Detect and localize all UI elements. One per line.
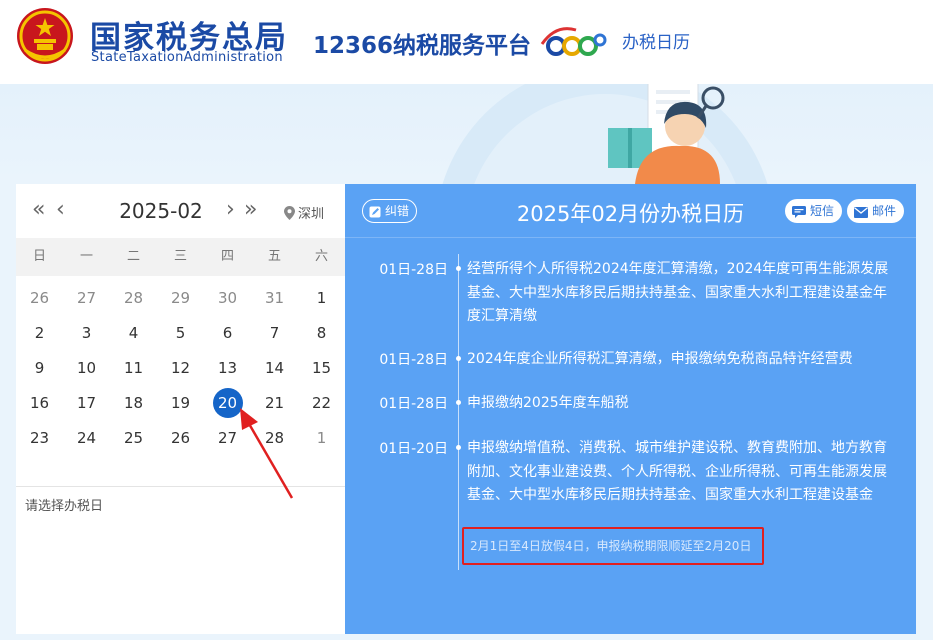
prev-year-button[interactable]: « (32, 198, 45, 222)
entry-dot (456, 356, 461, 361)
email-button[interactable]: 邮件 (847, 199, 905, 223)
city-name: 深圳 (298, 207, 325, 222)
entry-text: 申报缴纳增值税、消费税、城市维护建设税、教育费附加、地方教育附加、文化事业建设费… (467, 440, 887, 503)
calendar-day[interactable]: 12 (157, 351, 204, 386)
entry-text: 2024年度企业所得税汇算清缴，申报缴纳免税商品特许经营费 (467, 351, 853, 367)
calendar-day[interactable]: 5 (157, 316, 204, 351)
calendar-week: 2 3 4 5 6 7 8 (16, 316, 345, 351)
calendar-day[interactable]: 23 (16, 421, 63, 456)
tax-calendar-panel: 纠错 2025年02月份办税日历 短信 邮件 01日-28日 经营所得个人所得税… (345, 184, 916, 634)
calendar-week: 23 24 25 26 27 28 1 (16, 421, 345, 456)
calendar-day[interactable]: 17 (63, 386, 110, 421)
weekday-label: 一 (79, 249, 93, 264)
calendar-header: « ‹ 2025-02 › » 深圳 (16, 184, 345, 238)
calendar-day[interactable]: 2 (16, 316, 63, 351)
calendar-divider (16, 486, 345, 487)
entry-dot (456, 400, 461, 405)
banner (0, 84, 933, 184)
city-selector[interactable]: 深圳 (284, 203, 324, 222)
weekday-label: 四 (220, 249, 234, 264)
calendar-month: 2025-02 (119, 199, 203, 223)
calendar-day[interactable]: 28 (251, 421, 298, 456)
nav-tax-calendar-link[interactable]: 办税日历 (622, 28, 690, 53)
calendar-day[interactable]: 21 (251, 386, 298, 421)
calendar-day[interactable]: 30 (204, 281, 251, 316)
calendar-week: 9 10 11 12 13 14 15 (16, 351, 345, 386)
location-pin-icon (284, 206, 295, 220)
calendar-day[interactable]: 25 (110, 421, 157, 456)
calendar-day[interactable]: 29 (157, 281, 204, 316)
calendar-day[interactable]: 8 (298, 316, 345, 351)
calendar-day[interactable]: 15 (298, 351, 345, 386)
weekday-label: 三 (173, 249, 187, 264)
entry-text: 经营所得个人所得税2024年度汇算清缴，2024年度可再生能源发展基金、大中型水… (467, 261, 889, 324)
calendar-day[interactable]: 18 (110, 386, 157, 421)
calendar-day[interactable]: 10 (63, 351, 110, 386)
calendar-day[interactable]: 22 (298, 386, 345, 421)
entry-date: 01日-20日 (379, 441, 448, 457)
calendar-day[interactable]: 24 (63, 421, 110, 456)
entry-dot (456, 266, 461, 271)
calendar-day[interactable]: 31 (251, 281, 298, 316)
national-emblem-icon (17, 8, 73, 64)
sms-icon (792, 206, 806, 218)
calendar-day[interactable]: 19 (157, 386, 204, 421)
weekday-label: 日 (32, 249, 46, 264)
calendar-day[interactable]: 3 (63, 316, 110, 351)
calendar-day[interactable]: 16 (16, 386, 63, 421)
weekday-label: 五 (267, 249, 281, 264)
entry-date: 01日-28日 (379, 396, 448, 412)
org-name-en: StateTaxationAdministration (91, 50, 283, 65)
entry-date: 01日-28日 (379, 352, 448, 368)
timeline-line (458, 254, 459, 570)
calendar-day[interactable]: 1 (298, 281, 345, 316)
weekday-label: 二 (126, 249, 140, 264)
calendar-day[interactable]: 4 (110, 316, 157, 351)
entry-text: 申报缴纳2025年度车船税 (467, 395, 629, 411)
extension-note: 2月1日至4日放假4日，申报纳税期限顺延至2月20日 (470, 539, 752, 553)
calendar-day[interactable]: 26 (16, 281, 63, 316)
calendar-days: 26 27 28 29 30 31 1 2 3 4 5 6 7 8 9 10 1… (16, 281, 345, 456)
calendar-panel: « ‹ 2025-02 › » 深圳 日 一 二 三 四 五 六 26 27 2… (16, 184, 345, 634)
platform-title: 12366纳税服务平台 (313, 33, 532, 59)
calendar-week: 16 17 18 19 20 21 22 (16, 386, 345, 421)
calendar-day[interactable]: 6 (204, 316, 251, 351)
calendar-day[interactable]: 7 (251, 316, 298, 351)
entry-dot (456, 445, 461, 450)
calendar-day[interactable]: 26 (157, 421, 204, 456)
sms-label: 短信 (810, 204, 835, 218)
platform-logo-icon (540, 27, 607, 56)
next-year-button[interactable]: » (244, 198, 257, 222)
extension-note-highlight: 2月1日至4日放假4日，申报纳税期限顺延至2月20日 (462, 527, 764, 565)
sms-button[interactable]: 短信 (785, 199, 843, 223)
calendar-day[interactable]: 11 (110, 351, 157, 386)
tax-calendar-header: 纠错 2025年02月份办税日历 短信 邮件 (345, 184, 916, 238)
select-day-hint: 请选择办税日 (25, 499, 104, 514)
calendar-week: 26 27 28 29 30 31 1 (16, 281, 345, 316)
calendar-day[interactable]: 27 (63, 281, 110, 316)
entry-date: 01日-28日 (379, 262, 448, 278)
calendar-day-selected[interactable]: 20 (204, 386, 251, 421)
calendar-day[interactable]: 28 (110, 281, 157, 316)
next-month-button[interactable]: › (226, 198, 235, 222)
prev-month-button[interactable]: ‹ (56, 198, 65, 222)
calendar-day[interactable]: 1 (298, 421, 345, 456)
calendar-day[interactable]: 13 (204, 351, 251, 386)
banner-illustration-icon (442, 84, 768, 184)
weekday-label: 六 (314, 249, 328, 264)
calendar-day[interactable]: 14 (251, 351, 298, 386)
calendar-day[interactable]: 27 (204, 421, 251, 456)
email-label: 邮件 (872, 204, 897, 218)
email-icon (854, 207, 868, 218)
weekday-header: 日 一 二 三 四 五 六 (16, 238, 345, 276)
site-header: 国家税务总局 StateTaxationAdministration 12366… (0, 0, 933, 84)
calendar-day[interactable]: 9 (16, 351, 63, 386)
